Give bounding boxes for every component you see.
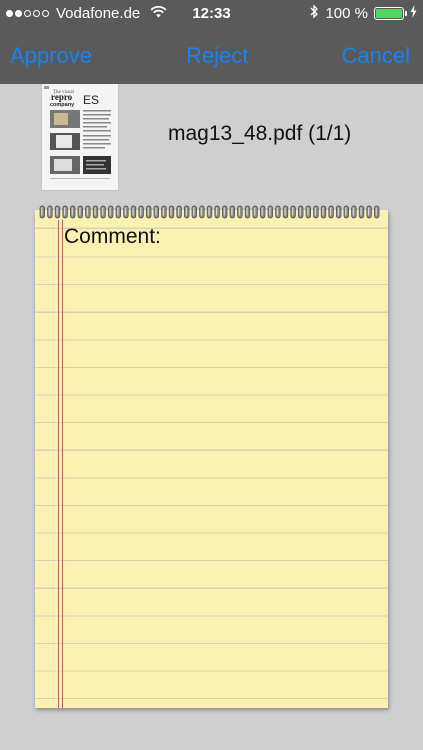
binding-ring [320,205,327,219]
binding-ring [229,205,235,219]
battery-icon [374,7,407,20]
binding-ring [77,205,83,219]
thumbnail-heading-2: repro [51,92,73,102]
binding-ring [358,205,365,219]
margin-line-left [58,220,59,708]
binding-ring [191,205,197,219]
binding-ring [244,205,251,219]
binding-ring [168,205,175,219]
status-bar: Vodafone.de 12:33 100 % [0,0,423,28]
binding-ring [328,205,334,219]
binding-ring [290,205,296,219]
binding-ring [92,205,99,219]
binding-ring [366,205,372,219]
battery-level-fill [376,9,402,18]
binding-ring [267,205,273,219]
binding-ring [123,205,129,219]
binding-ring [275,205,281,219]
binding-ring [206,205,213,219]
comment-text-area[interactable] [64,250,380,700]
thumbnail-heading-3: company [50,102,75,108]
binding-ring [176,205,182,219]
bluetooth-icon [310,4,319,23]
spiral-binding [39,205,380,219]
binding-ring [260,205,266,219]
cancel-button[interactable]: Cancel [342,43,410,69]
binding-ring [214,205,220,219]
binding-ring [343,205,349,219]
comment-notepad: Comment: [35,205,388,708]
binding-ring [115,205,121,219]
binding-ring [336,205,342,219]
binding-ring [153,205,159,219]
binding-ring [374,205,380,219]
action-toolbar: Approve Reject Cancel [0,30,423,82]
battery-tip [405,11,407,16]
approve-button[interactable]: Approve [10,43,92,69]
reject-button[interactable]: Reject [186,43,248,69]
comment-label: Comment: [64,225,161,248]
binding-ring [313,205,319,219]
binding-ring [85,205,91,219]
binding-ring [100,205,106,219]
binding-ring [108,205,114,219]
binding-ring [282,205,289,219]
binding-ring [47,205,53,219]
binding-ring [199,205,205,219]
charging-bolt-icon [410,5,417,22]
binding-ring [39,205,45,219]
binding-ring [298,205,304,219]
binding-ring [161,205,167,219]
binding-ring [252,205,258,219]
binding-ring [62,205,68,219]
thumbnail-initials: ES [83,93,99,107]
binding-ring [351,205,357,219]
margin-line-right [62,220,63,708]
battery-percentage: 100 % [325,5,368,22]
document-filename: mag13_48.pdf (1/1) [168,122,352,145]
binding-ring [237,205,243,219]
binding-ring [184,205,190,219]
binding-ring [70,205,76,219]
pdf-thumbnail[interactable]: The visual repro company ES [42,84,118,190]
binding-ring [54,205,61,219]
top-bar: Vodafone.de 12:33 100 % Approve Reject C… [0,0,423,84]
binding-ring [222,205,228,219]
binding-ring [146,205,152,219]
status-right: 100 % [310,4,417,23]
binding-ring [138,205,144,219]
binding-ring [130,205,137,219]
binding-ring [305,205,311,219]
